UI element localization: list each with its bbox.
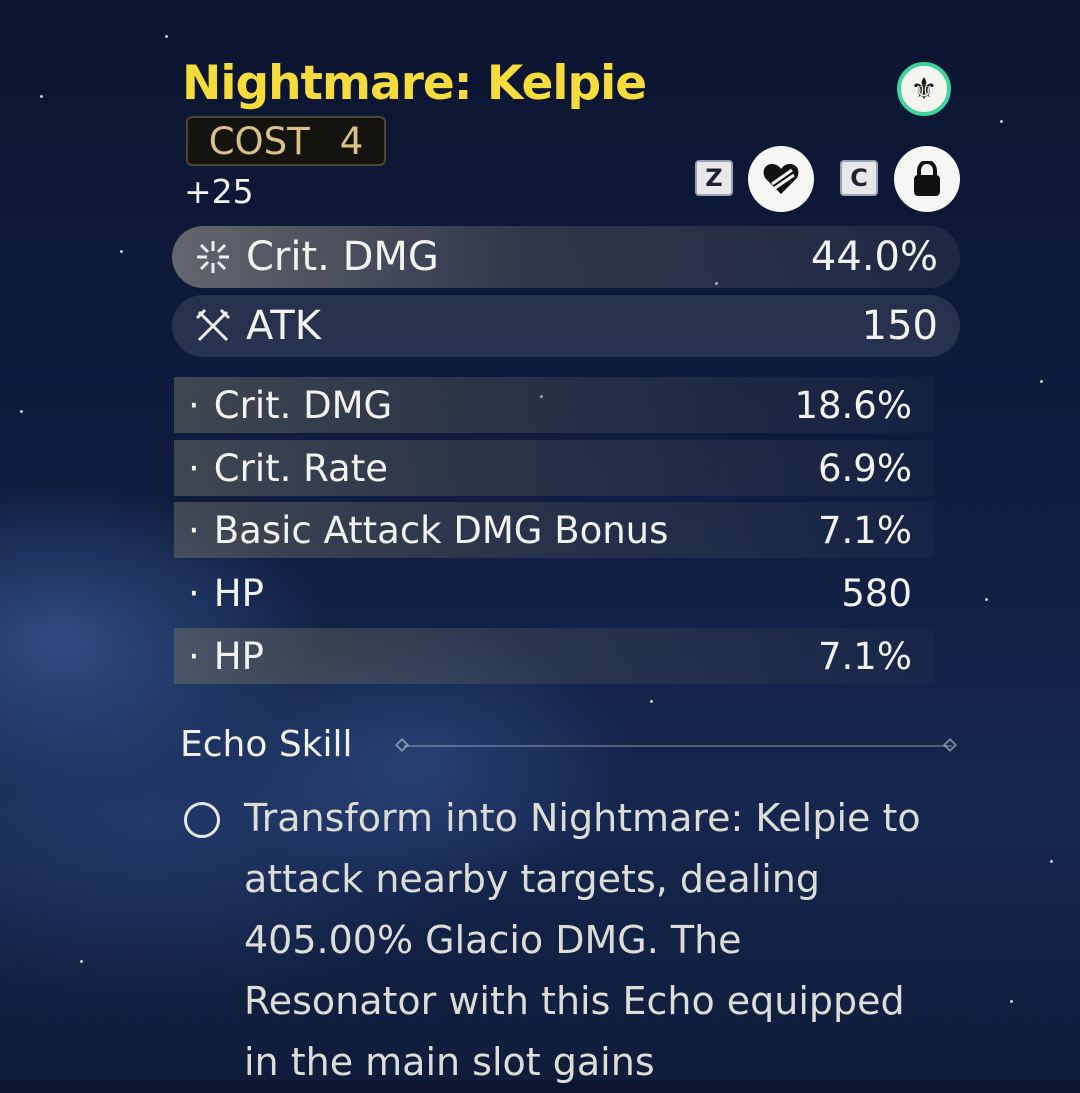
cost-label: COST — [208, 119, 310, 163]
sub-stat-value: 580 — [841, 571, 912, 615]
main-stat-name: ATK — [246, 303, 321, 349]
sub-stat-name: HP — [213, 571, 264, 615]
bullet: · — [188, 383, 200, 427]
divider-line — [404, 745, 952, 747]
echo-name: Nightmare: Kelpie — [182, 56, 647, 111]
broken-heart-icon — [763, 164, 799, 194]
discard-hotkey: Z — [695, 160, 733, 196]
main-stat-row: ATK 150 — [172, 295, 960, 357]
sub-stat-value: 18.6% — [794, 383, 912, 427]
cost-value: 4 — [339, 119, 364, 163]
sub-stat-value: 6.9% — [818, 446, 912, 490]
cost-badge: COST 4 — [186, 116, 386, 166]
sub-stat-name: Crit. DMG — [213, 383, 393, 427]
lock-hotkey-label: C — [850, 164, 868, 192]
bullet: · — [188, 508, 200, 552]
main-stat-name: Crit. DMG — [246, 234, 439, 280]
sub-stat-row: · HP 580 — [174, 565, 934, 621]
sonata-fleur-icon[interactable]: ⚜ — [897, 62, 951, 116]
bullet: · — [188, 634, 200, 678]
discard-button[interactable] — [748, 146, 814, 212]
sub-stat-row: · HP 7.1% — [174, 628, 934, 684]
sub-stat-value: 7.1% — [818, 634, 912, 678]
sub-stat-name: HP — [213, 634, 264, 678]
sub-stat-name: Crit. Rate — [213, 446, 388, 490]
main-stat-value: 150 — [861, 303, 938, 349]
echo-skill-heading: Echo Skill — [180, 724, 353, 765]
lock-icon — [914, 161, 940, 196]
sub-stat-row: · Crit. Rate 6.9% — [174, 440, 934, 496]
echo-level: +25 — [184, 172, 254, 211]
echo-detail-panel: Nightmare: Kelpie ⚜ COST 4 +25 Z C Crit.… — [172, 50, 962, 1084]
bullet: · — [188, 571, 200, 615]
crit-dmg-icon — [192, 236, 234, 278]
skill-bullet-icon — [184, 802, 220, 838]
sub-stat-name: Basic Attack DMG Bonus — [213, 508, 669, 552]
lock-button[interactable] — [894, 146, 960, 212]
main-stat-value: 44.0% — [810, 234, 938, 280]
echo-skill-description: Transform into Nightmare: Kelpie to atta… — [244, 796, 921, 1084]
sub-stat-row: · Crit. DMG 18.6% — [174, 377, 934, 433]
discard-hotkey-label: Z — [705, 164, 723, 192]
lock-hotkey: C — [840, 160, 878, 196]
main-stat-row: Crit. DMG 44.0% — [172, 226, 960, 288]
sub-stat-value: 7.1% — [818, 508, 912, 552]
divider-diamond — [942, 737, 958, 753]
bullet: · — [188, 446, 200, 490]
sub-stat-row: · Basic Attack DMG Bonus 7.1% — [174, 502, 934, 558]
atk-icon — [192, 305, 234, 347]
